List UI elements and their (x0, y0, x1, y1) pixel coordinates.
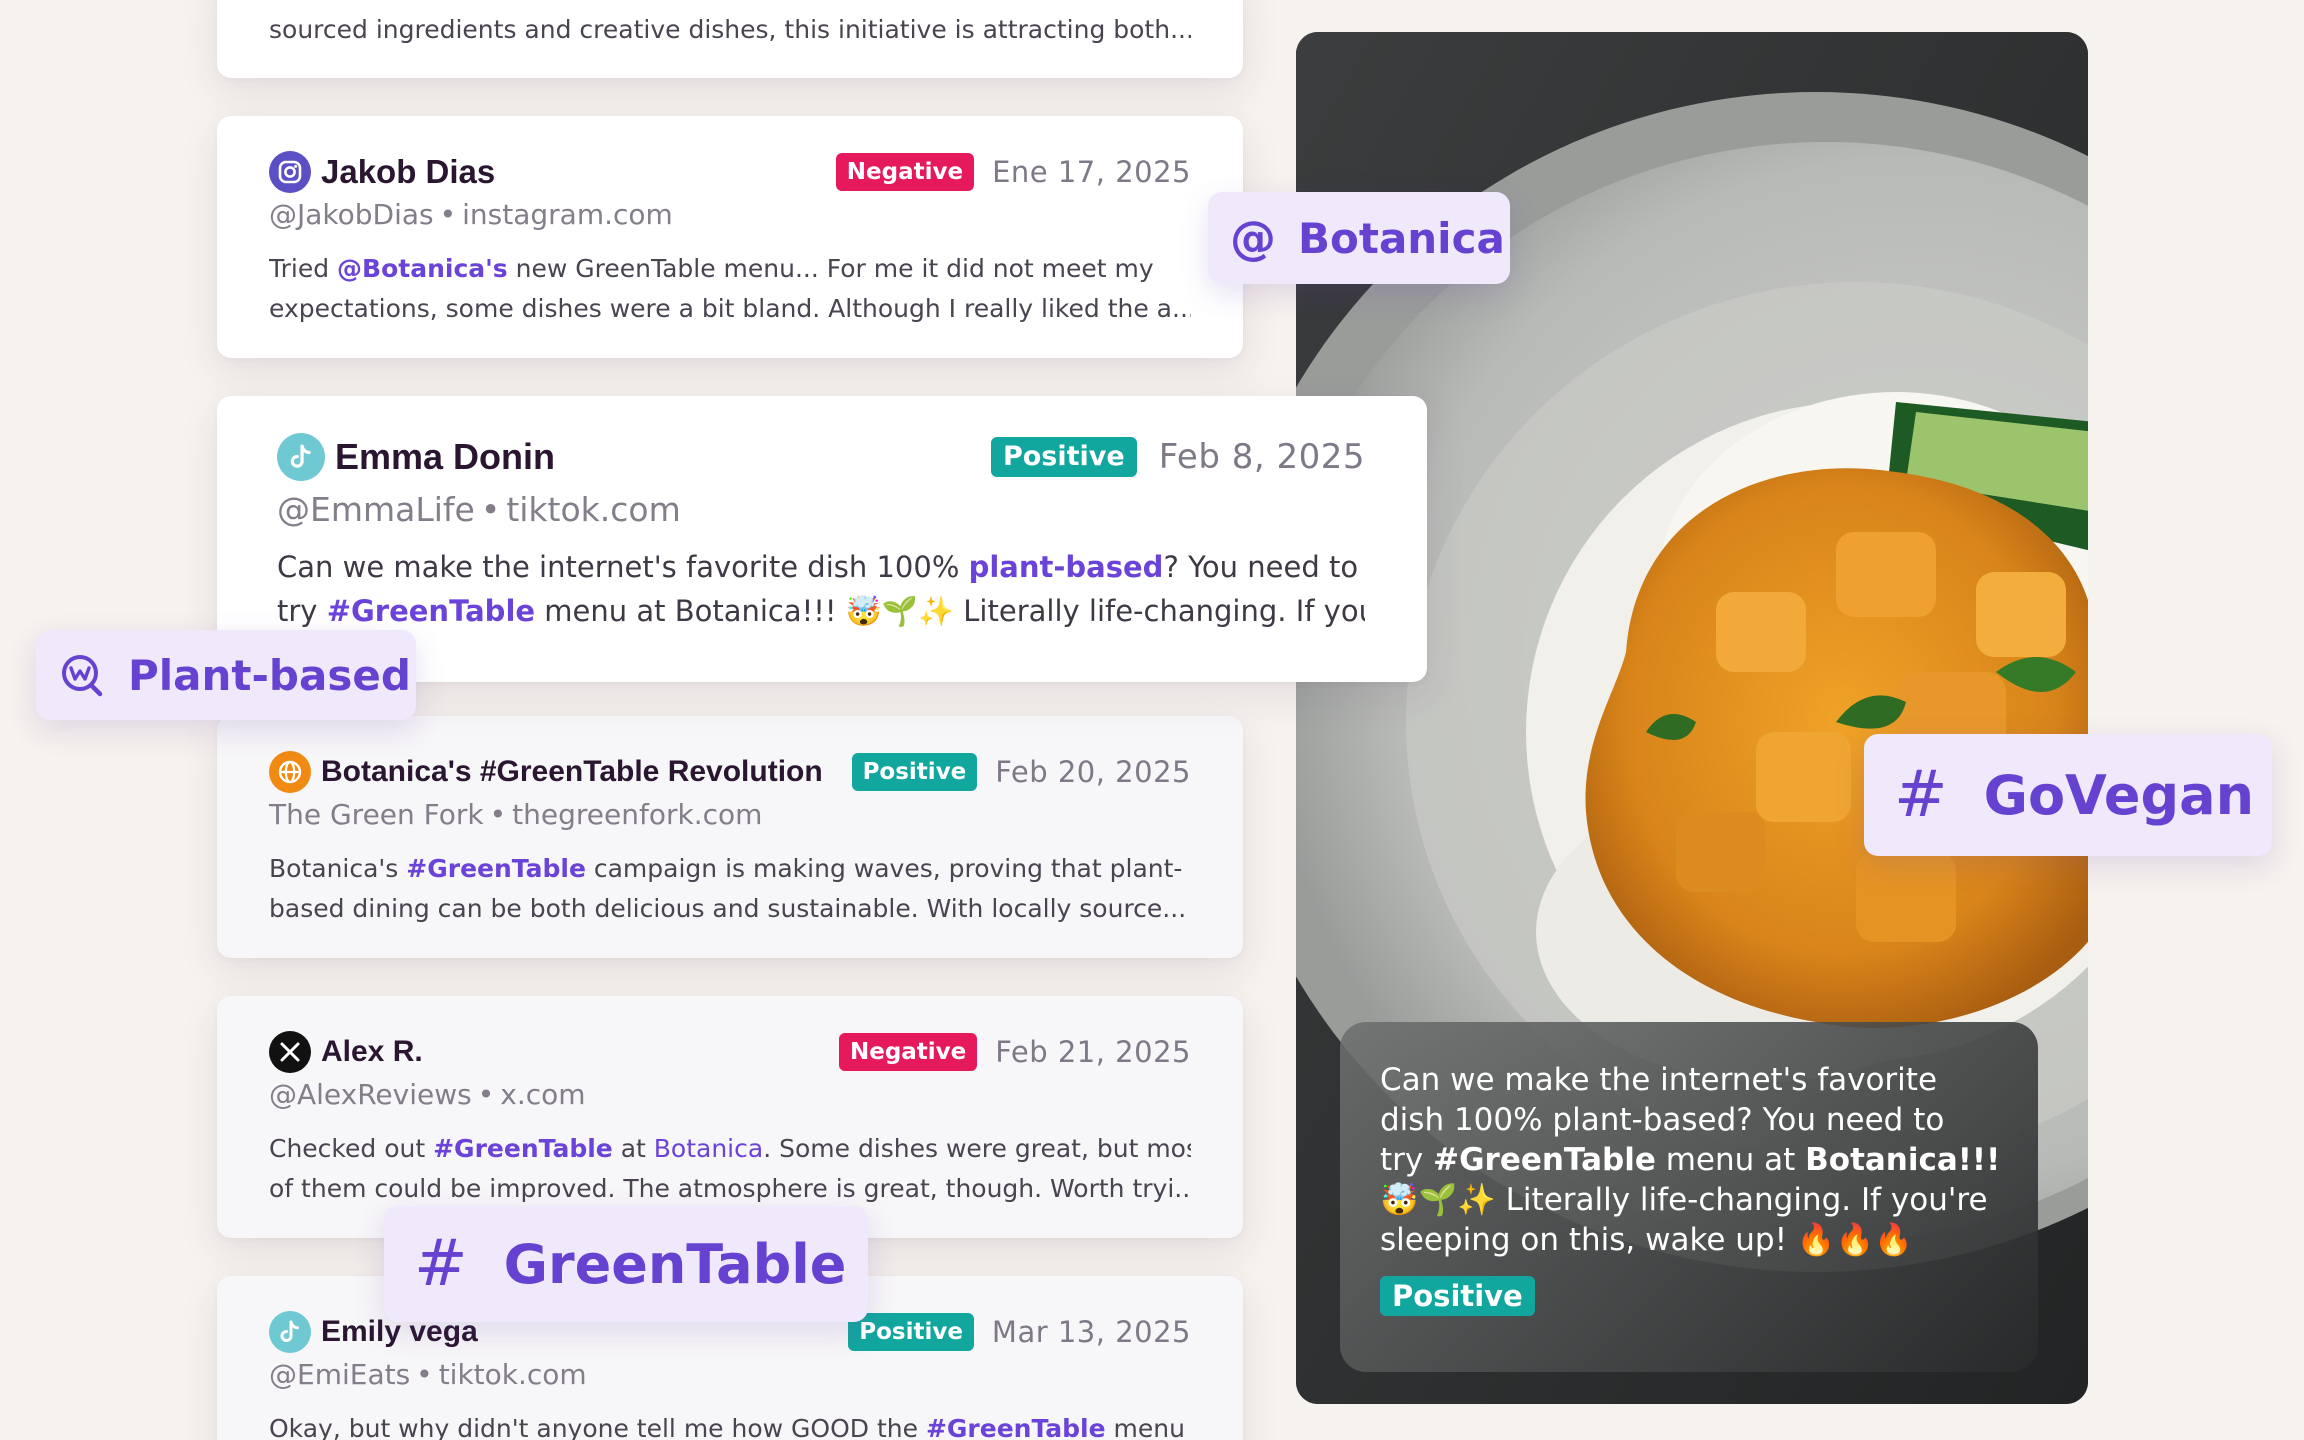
globe-icon (269, 751, 311, 793)
post-date: Mar 13, 2025 (991, 1315, 1191, 1349)
author-handle: @AlexReviews • x.com (269, 1078, 586, 1111)
author-name[interactable]: Emma Donin (335, 436, 555, 478)
sentiment-badge: Positive (990, 437, 1137, 477)
post-date: Feb 8, 2025 (1158, 437, 1365, 477)
sentiment-badge: Positive (851, 753, 978, 791)
mention-text: sourced ingredients and creative dishes,… (269, 15, 1191, 44)
mention-text: Okay, but why didn't anyone tell me how … (269, 1414, 1191, 1440)
mention-card[interactable]: sourced ingredients and creative dishes,… (217, 0, 1243, 78)
mention-text: Botanica's #GreenTable campaign is makin… (269, 854, 1187, 923)
article-title[interactable]: Botanica's #GreenTable Revolution (321, 755, 823, 789)
chip-label: GoVegan (1983, 763, 2255, 827)
keyword-search-icon (58, 651, 106, 699)
mention-card[interactable]: Alex R. Negative Feb 21, 2025 @AlexRevie… (217, 996, 1243, 1238)
x-icon (269, 1031, 311, 1073)
sentiment-badge: Positive (1380, 1276, 1535, 1316)
at-sign-icon: @ (1230, 211, 1276, 265)
mention-text: Can we make the internet's favorite dish… (277, 550, 1365, 628)
post-date: Ene 17, 2025 (992, 155, 1191, 189)
sentiment-badge: Positive (848, 1313, 974, 1351)
chip-label: Botanica (1298, 213, 1505, 263)
chip-label: GreenTable (503, 1232, 847, 1296)
hash-icon: # (1894, 758, 1948, 832)
post-date: Feb 21, 2025 (995, 1035, 1191, 1069)
author-name[interactable]: Jakob Dias (321, 153, 495, 191)
post-preview-text: Can we make the internet's favorite dish… (1380, 1062, 2001, 1258)
mention-text: Checked out #GreenTable at Botanica. Som… (269, 1134, 1191, 1203)
mention-chip-botanica[interactable]: @ Botanica (1208, 192, 1510, 284)
author-handle: @JakobDias • instagram.com (269, 198, 673, 231)
mentions-showcase: sourced ingredients and creative dishes,… (0, 0, 2304, 1440)
author-handle: The Green Fork • thegreenfork.com (269, 798, 763, 831)
mention-text: Tried @Botanica's new GreenTable menu...… (269, 254, 1191, 323)
author-handle: @EmmaLife • tiktok.com (277, 490, 681, 529)
post-date: Feb 20, 2025 (995, 755, 1191, 789)
instagram-icon (269, 151, 311, 193)
sentiment-badge: Negative (838, 1033, 978, 1071)
author-handle: @EmiEats • tiktok.com (269, 1358, 587, 1391)
mention-card[interactable]: Botanica's #GreenTable Revolution Positi… (217, 716, 1243, 958)
author-name[interactable]: Alex R. (321, 1035, 423, 1069)
sentiment-badge: Negative (835, 153, 975, 191)
hash-icon: # (414, 1227, 468, 1301)
mention-card[interactable]: Jakob Dias Negative Ene 17, 2025 @JakobD… (217, 116, 1243, 358)
chip-label: Plant-based (128, 650, 411, 700)
hashtag-chip-greentable[interactable]: # GreenTable (384, 1206, 868, 1322)
tiktok-icon (277, 433, 325, 481)
hashtag-chip-govegan[interactable]: # GoVegan (1864, 734, 2272, 856)
keyword-chip-plant-based[interactable]: Plant-based (36, 630, 416, 720)
post-preview-overlay[interactable]: Can we make the internet's favorite dish… (1340, 1022, 2038, 1372)
tiktok-icon (269, 1311, 311, 1353)
